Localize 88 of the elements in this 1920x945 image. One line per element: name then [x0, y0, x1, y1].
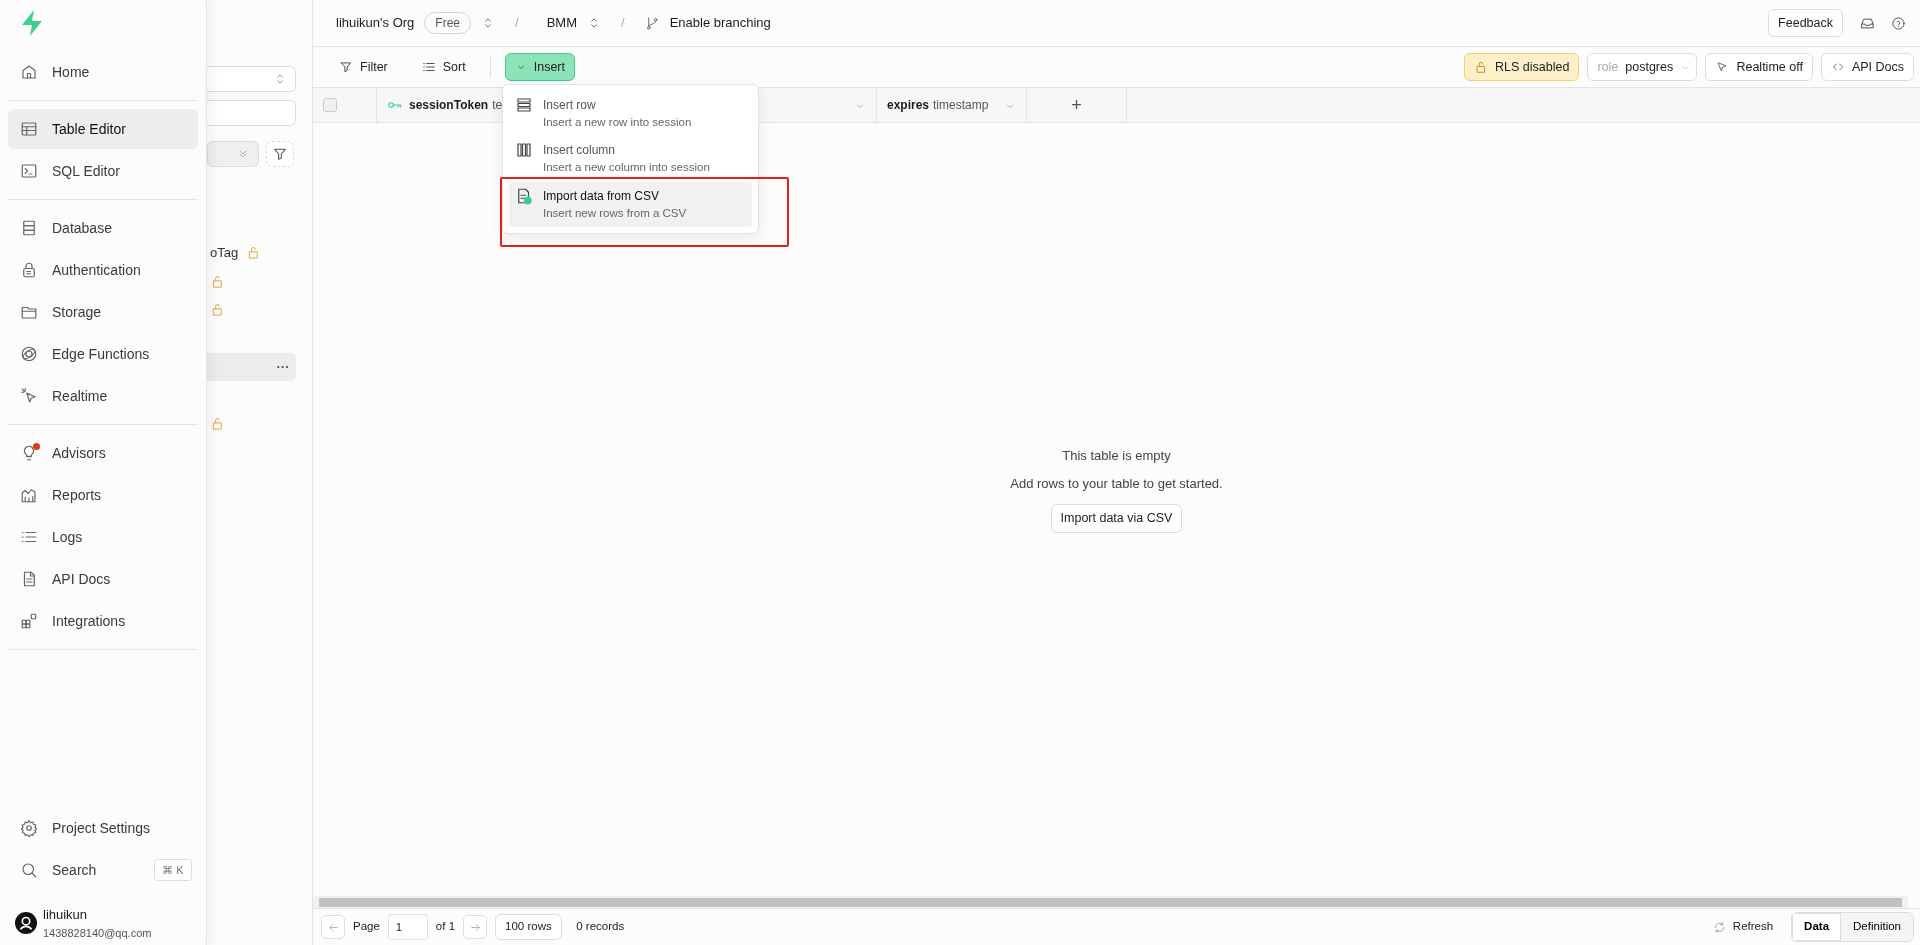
nav-item[interactable]: API Docs: [8, 559, 198, 599]
nav-item[interactable]: Advisors: [8, 433, 198, 473]
nav-item[interactable]: Home: [8, 52, 198, 92]
file-upload-icon: [515, 186, 533, 205]
empty-message: Add rows to your table to get started.: [1010, 474, 1223, 493]
empty-title: This table is empty: [1062, 447, 1171, 465]
previous-page-button[interactable]: [321, 915, 345, 939]
search-icon: [20, 861, 38, 879]
chart-icon: [20, 486, 38, 504]
user-name: lihuikun: [43, 906, 89, 924]
lock-icon: [20, 261, 38, 279]
settings-icon: [20, 819, 38, 837]
nav-item[interactable]: Realtime: [8, 376, 198, 416]
branching-link[interactable]: Enable branching: [669, 13, 771, 33]
column-type: te: [492, 97, 503, 114]
rows-icon: [515, 96, 533, 114]
column-type: timestamp: [933, 97, 989, 114]
table-list-item[interactable]: ···: [207, 352, 296, 381]
rows-button[interactable]: 100 rows: [495, 914, 562, 940]
home-icon: [20, 63, 38, 81]
terminal-icon: [20, 162, 38, 180]
lock-icon: [210, 416, 225, 432]
project-name[interactable]: BMM: [546, 13, 577, 33]
separator: /: [621, 14, 625, 33]
list-icon: [421, 60, 436, 74]
select-all-checkbox[interactable]: [323, 98, 337, 112]
nav-item[interactable]: Integrations: [8, 601, 198, 641]
menu-item[interactable]: Insert column Insert a new column into session: [509, 136, 752, 182]
schema-select[interactable]: [207, 66, 296, 92]
table-icon: [20, 120, 38, 138]
filter-button[interactable]: [265, 140, 294, 167]
table-name[interactable]: oTag: [210, 243, 239, 263]
nav-item[interactable]: Authentication: [8, 250, 198, 290]
help-icon: [1891, 15, 1906, 31]
add-column-button[interactable]: +: [1071, 91, 1082, 119]
menu-item[interactable]: Import data from CSV Insert new rows from a CSV: [509, 181, 752, 227]
logo-icon: [20, 10, 44, 36]
nav-item[interactable]: Edge Functions: [8, 334, 198, 374]
view-tab[interactable]: Definition: [1841, 913, 1913, 941]
import-csv-button[interactable]: Import data via CSV: [1050, 504, 1183, 533]
nav-item[interactable]: Logs: [8, 517, 198, 557]
nav-item[interactable]: Database: [8, 208, 198, 248]
page-field[interactable]: 1: [387, 914, 428, 940]
shortcut-hint: ⌘ K: [154, 858, 192, 882]
blocks-icon: [20, 612, 38, 630]
search-field[interactable]: [207, 100, 296, 126]
sort-button[interactable]: Sort: [411, 52, 476, 82]
user-email: 1438828140@qq.com: [43, 925, 152, 941]
feedback-button[interactable]: Feedback: [1768, 8, 1843, 38]
org-name[interactable]: lihuikun's Org: [336, 13, 415, 33]
inbox-icon: [1859, 16, 1875, 32]
nav-item[interactable]: Search ⌘ K: [8, 850, 198, 890]
filter-icon: [339, 60, 353, 74]
branch-icon: [644, 15, 660, 31]
insert-button[interactable]: Insert: [504, 52, 575, 82]
columns-icon: [515, 141, 533, 160]
record-count: 0 records: [576, 919, 625, 935]
filter-button[interactable]: Filter: [329, 52, 398, 82]
page-count: of 1: [435, 919, 456, 935]
view-tab[interactable]: Data: [1792, 913, 1842, 941]
role-select[interactable]: role postgres: [1587, 52, 1698, 82]
nav-item[interactable]: SQL Editor: [8, 151, 198, 191]
realtime-button[interactable]: Realtime off: [1705, 52, 1813, 82]
column-name[interactable]: expires: [887, 96, 930, 114]
cursor-icon: [20, 387, 38, 405]
nav-item[interactable]: Reports: [8, 475, 198, 515]
sort-select[interactable]: [207, 140, 259, 167]
database-icon: [20, 219, 38, 237]
refresh-icon: [1712, 920, 1726, 934]
avatar-icon: [14, 912, 37, 934]
column-name[interactable]: sessionToken: [409, 96, 489, 114]
lock-icon: [210, 302, 225, 318]
rls-button[interactable]: RLS disabled: [1464, 52, 1580, 82]
globe-icon: [20, 345, 38, 363]
nav-item[interactable]: Table Editor: [8, 109, 198, 149]
lock-icon: [210, 273, 225, 289]
menu-item[interactable]: Insert row Insert a new row into session: [509, 91, 752, 137]
scrollbar[interactable]: [319, 897, 1902, 907]
cursor-icon: [1715, 60, 1730, 74]
page-label: Page: [353, 919, 380, 935]
more-button[interactable]: ···: [276, 357, 290, 377]
api-docs-button[interactable]: API Docs: [1820, 52, 1914, 82]
next-page-button[interactable]: [463, 915, 488, 939]
refresh-button[interactable]: Refresh: [1702, 913, 1784, 941]
nav-item[interactable]: Storage: [8, 292, 198, 332]
code-icon: [1830, 60, 1845, 74]
separator: /: [515, 14, 519, 33]
nav-item[interactable]: Project Settings: [8, 808, 198, 848]
